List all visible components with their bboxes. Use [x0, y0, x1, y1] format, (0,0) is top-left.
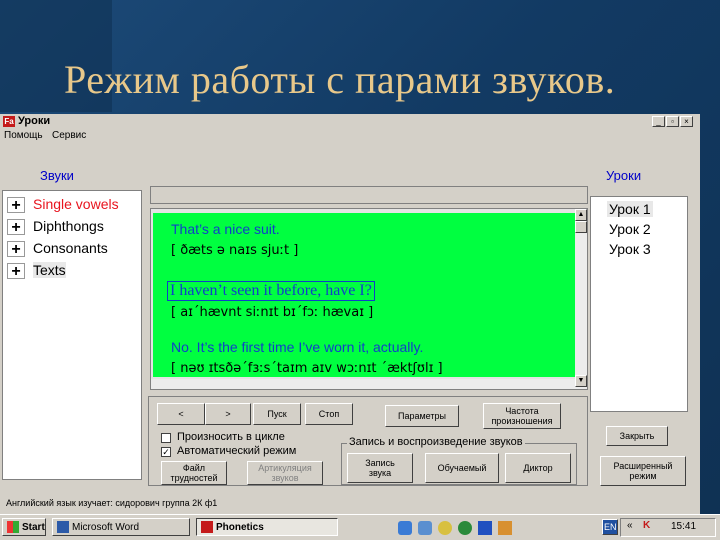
parameters-button[interactable]: Параметры [385, 405, 459, 427]
start-label: Start [22, 521, 45, 533]
expand-icon[interactable]: + [7, 263, 25, 280]
dialogue-transcription: [ aɪˊhævnt siːnɪt bɪˊfɔː hævaɪ ] [171, 305, 374, 320]
scroll-down-icon[interactable]: ▼ [575, 375, 587, 387]
lesson-item[interactable]: Урок 1 [607, 201, 653, 217]
slide-title: Режим работы с парами звуков. [64, 57, 616, 102]
dialogue-text-area[interactable]: That’s a nice suit. [ ðæts ə naɪs sjuːt … [150, 208, 588, 390]
dialogue-highlight: That’s a nice suit. [ ðæts ə naɪs sjuːt … [153, 213, 575, 377]
quicklaunch-icon[interactable] [458, 521, 472, 535]
next-button[interactable]: > [205, 403, 251, 425]
word-icon [57, 521, 69, 533]
quicklaunch-icon[interactable] [438, 521, 452, 535]
quicklaunch-icon[interactable] [418, 521, 432, 535]
app-window: Fa Уроки _ ▫ × Помощь Сервис Звуки Уроки… [0, 114, 700, 514]
tree-item-label[interactable]: Consonants [33, 240, 108, 256]
task-phonetics[interactable]: Phonetics [196, 518, 338, 536]
dialogue-sentence[interactable]: No. It’s the first time I’ve worn it, ac… [171, 339, 423, 355]
quicklaunch-icon[interactable] [498, 521, 512, 535]
start-menu-button[interactable]: Start [2, 518, 46, 536]
menu-bar: Помощь Сервис [0, 130, 700, 144]
language-indicator[interactable]: EN [602, 519, 618, 535]
articulation-button[interactable]: Артикуляция звуков [247, 461, 323, 485]
cycle-checkbox[interactable] [161, 433, 171, 443]
speaker-button[interactable]: Диктор [505, 453, 571, 483]
dialogue-transcription: [ nəʊ ɪtsðəˊfɜːsˊtaɪm aɪv wɔːnɪt ˊæktʃʊl… [171, 361, 443, 376]
cycle-checkbox-label[interactable]: Произносить в цикле [177, 431, 285, 443]
expand-icon[interactable]: + [7, 219, 25, 236]
quicklaunch-icon[interactable] [478, 521, 492, 535]
difficulties-file-button[interactable]: Файл трудностей [161, 461, 227, 485]
trainee-button[interactable]: Обучаемый [425, 453, 499, 483]
prev-button[interactable]: < [157, 403, 205, 425]
stop-button[interactable]: Стоп [305, 403, 353, 425]
task-label: Microsoft Word [72, 521, 140, 533]
tree-item-label[interactable]: Diphthongs [33, 218, 104, 234]
task-word[interactable]: Microsoft Word [52, 518, 190, 536]
tree-item-label[interactable]: Single vowels [33, 196, 119, 212]
dialogue-transcription: [ ðæts ə naɪs sjuːt ] [171, 243, 299, 258]
app-icon[interactable]: Fa [3, 116, 15, 127]
maximize-button[interactable]: ▫ [666, 116, 679, 127]
clock: 15:41 [671, 521, 697, 532]
lesson-item[interactable]: Урок 3 [609, 241, 651, 257]
taskbar: Start Microsoft Word Phonetics EN « K 15… [0, 514, 720, 540]
menu-service[interactable]: Сервис [52, 130, 86, 141]
extended-mode-button[interactable]: Расширенный режим [600, 456, 686, 486]
phonetics-app-icon [201, 521, 213, 533]
scroll-thumb[interactable] [575, 221, 587, 233]
sounds-tree: + Single vowels + Diphthongs + Consonant… [2, 190, 142, 480]
close-button[interactable]: Закрыть [606, 426, 668, 446]
recording-group-title: Запись и воспроизведение звуков [347, 436, 525, 448]
close-window-button[interactable]: × [680, 116, 693, 127]
window-titlebar[interactable]: Fa Уроки _ ▫ × [0, 114, 700, 130]
vertical-scrollbar[interactable]: ▲ ▼ [575, 209, 587, 389]
expand-icon[interactable]: + [7, 197, 25, 214]
tray-antivirus-icon[interactable]: K [643, 520, 650, 531]
sounds-label: Звуки [40, 168, 74, 183]
horizontal-scrollbar[interactable] [151, 379, 575, 389]
status-bar: Английский язык изучает: сидорович групп… [6, 498, 218, 508]
menu-help[interactable]: Помощь [4, 130, 43, 141]
tray-arrows-icon[interactable]: « [627, 520, 633, 531]
dialogue-sentence[interactable]: That’s a nice suit. [171, 221, 280, 237]
system-tray: « K 15:41 [620, 518, 716, 537]
window-title: Уроки [18, 115, 51, 127]
frequency-button[interactable]: Частота произношения [483, 403, 561, 429]
quicklaunch-icon[interactable] [398, 521, 412, 535]
dialogue-sentence-selected[interactable]: I haven’t seen it before, have I? [167, 281, 375, 301]
task-label: Phonetics [216, 521, 264, 533]
lesson-item[interactable]: Урок 2 [609, 221, 651, 237]
tree-item-label[interactable]: Texts [33, 262, 66, 278]
auto-mode-checkbox[interactable]: ✓ [161, 447, 171, 457]
lessons-list: Урок 1 Урок 2 Урок 3 [590, 196, 688, 412]
sound-display-box [150, 186, 588, 204]
expand-icon[interactable]: + [7, 241, 25, 258]
minimize-button[interactable]: _ [652, 116, 665, 127]
start-button[interactable]: Пуск [253, 403, 301, 425]
windows-logo-icon [7, 521, 19, 533]
control-panel: < > Пуск Стоп Параметры Частота произнош… [148, 396, 588, 486]
record-sound-button[interactable]: Запись звука [347, 453, 413, 483]
lessons-label: Уроки [606, 168, 642, 183]
scroll-up-icon[interactable]: ▲ [575, 209, 587, 221]
auto-mode-checkbox-label[interactable]: Автоматический режим [177, 445, 296, 457]
